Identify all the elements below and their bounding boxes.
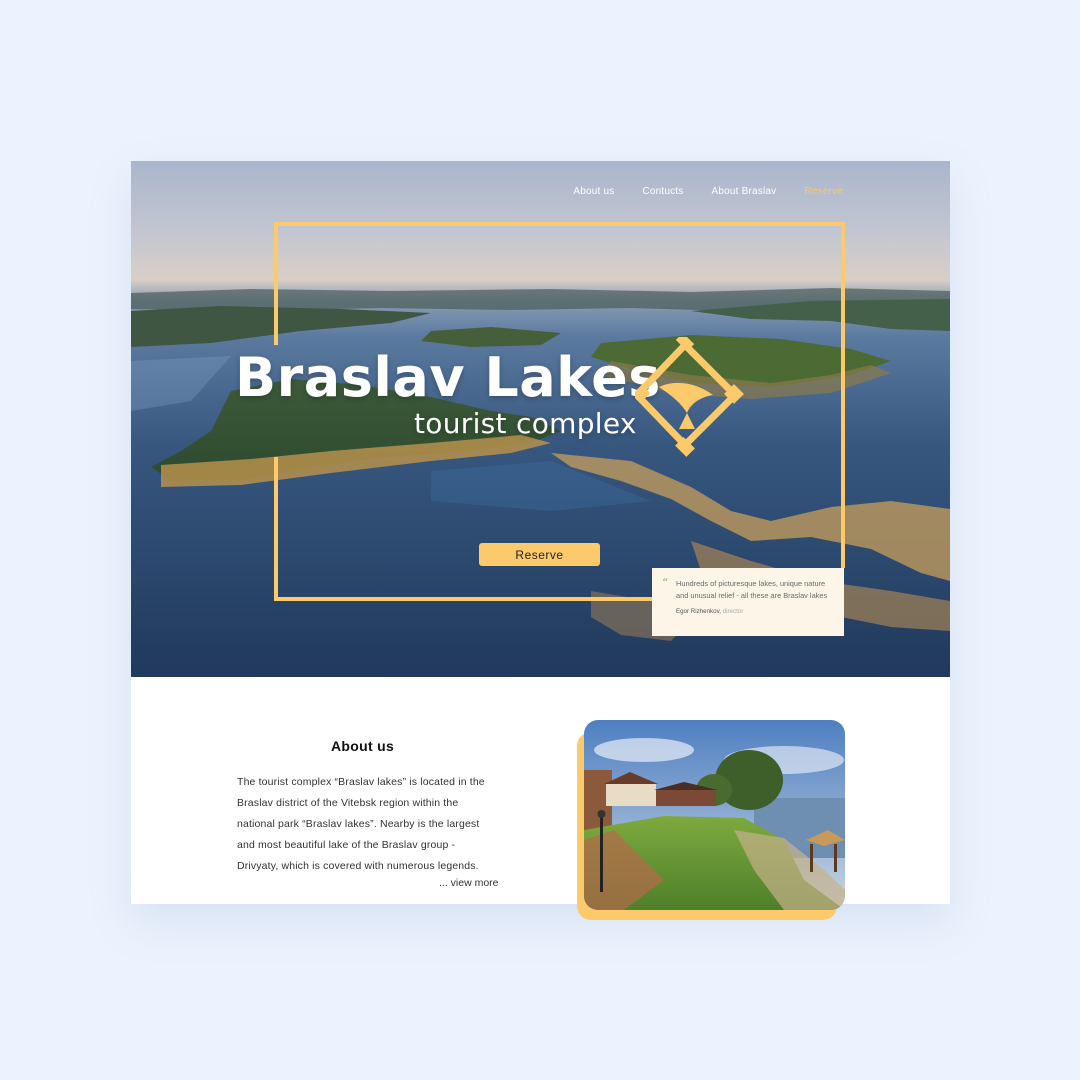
hero-reserve-button[interactable]: Reserve <box>479 543 600 566</box>
quote-author: Egor Rizhenkov, director <box>676 608 830 615</box>
about-text: The tourist complex “Braslav lakes” is l… <box>237 772 517 877</box>
view-more-link[interactable]: ... view more <box>439 877 499 889</box>
frame-line-top <box>274 222 845 226</box>
nav-item-reserve[interactable]: Reserve <box>804 186 843 197</box>
about-line: Braslav district of the Vitebsk region w… <box>237 797 459 809</box>
about-title: About us <box>331 738 395 754</box>
quote-mark-icon: “ <box>662 576 669 590</box>
hero-subtitle: tourist complex <box>414 407 637 440</box>
top-nav: About us Contucts About Braslav Reserve <box>573 186 843 197</box>
emblem-icon <box>635 337 744 457</box>
frame-line-right <box>841 222 845 568</box>
quote-text: Hundreds of picturesque lakes, unique na… <box>676 579 828 600</box>
frame-line-left-lower <box>274 457 278 601</box>
quote-author-name: Egor Rizhenkov, <box>676 608 721 615</box>
quote-card: “ Hundreds of picturesque lakes, unique … <box>652 568 844 636</box>
nav-item-about-us[interactable]: About us <box>573 186 614 197</box>
nav-item-about-braslav[interactable]: About Braslav <box>712 186 777 197</box>
about-line: and most beautiful lake of the Braslav g… <box>237 839 456 851</box>
nav-item-contacts[interactable]: Contucts <box>642 186 683 197</box>
resort-photo <box>584 720 845 910</box>
about-line: The tourist complex “Braslav lakes” is l… <box>237 776 485 788</box>
page-card: About us Contucts About Braslav Reserve … <box>131 161 950 920</box>
hero-title: Braslav Lakes <box>235 346 661 409</box>
quote-author-role: director <box>722 608 744 615</box>
frame-line-bottom <box>274 597 652 601</box>
frame-line-left-upper <box>274 222 278 345</box>
hero-section: About us Contucts About Braslav Reserve … <box>131 161 950 677</box>
about-line: national park “Braslav lakes”. Nearby is… <box>237 818 480 830</box>
about-line: Drivyaty, which is covered with numerous… <box>237 860 479 872</box>
